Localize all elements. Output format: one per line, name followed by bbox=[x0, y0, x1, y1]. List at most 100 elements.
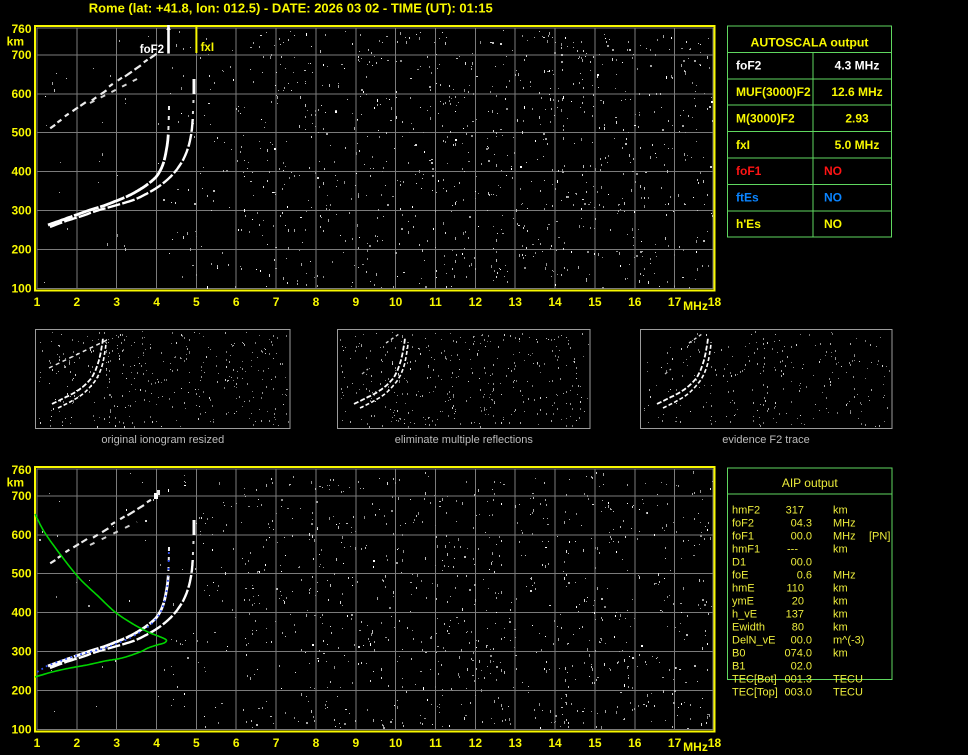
svg-text:km: km bbox=[833, 505, 848, 517]
svg-text:B1: B1 bbox=[732, 661, 745, 673]
svg-text:14: 14 bbox=[548, 295, 562, 309]
svg-text:MUF(3000)F2: MUF(3000)F2 bbox=[736, 85, 811, 99]
svg-text:10: 10 bbox=[389, 736, 403, 750]
svg-text:Rome (lat: +41.8, lon: 012.5): Rome (lat: +41.8, lon: 012.5) - DATE: 20… bbox=[89, 0, 493, 15]
svg-text:15: 15 bbox=[588, 295, 602, 309]
svg-text:11: 11 bbox=[429, 736, 442, 750]
svg-text:[PN]: [PN] bbox=[869, 531, 890, 543]
svg-text:18: 18 bbox=[708, 295, 722, 309]
svg-text:5.0 MHz: 5.0 MHz bbox=[835, 138, 880, 152]
svg-text:foE: foE bbox=[732, 570, 749, 582]
svg-text:11: 11 bbox=[429, 295, 442, 309]
svg-text:MHz: MHz bbox=[833, 570, 856, 582]
svg-text:km: km bbox=[833, 648, 848, 660]
svg-text:MHz: MHz bbox=[833, 518, 856, 530]
svg-text:00.0: 00.0 bbox=[791, 557, 812, 569]
svg-text:5: 5 bbox=[193, 736, 200, 750]
svg-text:km: km bbox=[7, 476, 24, 490]
svg-text:hmE: hmE bbox=[732, 583, 755, 595]
svg-text:NO: NO bbox=[824, 217, 842, 231]
svg-text:foF2: foF2 bbox=[736, 59, 762, 73]
svg-text:fxI: fxI bbox=[201, 42, 214, 54]
svg-text:2: 2 bbox=[74, 295, 81, 309]
svg-text:km: km bbox=[833, 544, 848, 556]
svg-text:foF1: foF1 bbox=[736, 164, 762, 178]
svg-text:ymE: ymE bbox=[732, 596, 754, 608]
svg-text:MHz: MHz bbox=[683, 299, 708, 313]
svg-text:02.0: 02.0 bbox=[791, 661, 812, 673]
svg-text:16: 16 bbox=[628, 295, 642, 309]
svg-text:km: km bbox=[833, 609, 848, 621]
svg-text:13: 13 bbox=[509, 295, 523, 309]
svg-text:TECU: TECU bbox=[833, 687, 863, 699]
svg-text:m^(-3): m^(-3) bbox=[833, 635, 864, 647]
svg-text:00.0: 00.0 bbox=[791, 531, 812, 543]
svg-text:317: 317 bbox=[786, 505, 804, 517]
svg-text:9: 9 bbox=[352, 736, 359, 750]
svg-text:Ewidth: Ewidth bbox=[732, 622, 765, 634]
svg-text:500: 500 bbox=[11, 567, 31, 581]
svg-text:TECU: TECU bbox=[833, 674, 863, 686]
svg-text:foF2: foF2 bbox=[140, 44, 164, 56]
svg-text:3: 3 bbox=[113, 736, 120, 750]
svg-text:NO: NO bbox=[824, 191, 842, 205]
svg-text:12: 12 bbox=[469, 736, 483, 750]
svg-text:fxI: fxI bbox=[736, 138, 750, 152]
svg-text:003.0: 003.0 bbox=[784, 687, 812, 699]
svg-text:16: 16 bbox=[628, 736, 642, 750]
svg-text:8: 8 bbox=[313, 736, 320, 750]
svg-text:AUTOSCALA output: AUTOSCALA output bbox=[751, 36, 869, 50]
svg-text:original ionogram resized: original ionogram resized bbox=[101, 434, 224, 446]
svg-text:9: 9 bbox=[352, 295, 359, 309]
svg-text:137: 137 bbox=[786, 609, 804, 621]
svg-text:300: 300 bbox=[11, 204, 31, 218]
svg-text:300: 300 bbox=[11, 645, 31, 659]
svg-text:M(3000)F2: M(3000)F2 bbox=[736, 111, 795, 125]
svg-text:h'Es: h'Es bbox=[736, 217, 761, 231]
svg-text:500: 500 bbox=[11, 126, 31, 140]
svg-text:1: 1 bbox=[34, 295, 41, 309]
svg-text:TEC[Bot]: TEC[Bot] bbox=[732, 674, 777, 686]
svg-text:04.3: 04.3 bbox=[791, 518, 812, 530]
svg-text:0.6: 0.6 bbox=[797, 570, 812, 582]
svg-text:DelN_vE: DelN_vE bbox=[732, 635, 775, 647]
svg-text:13: 13 bbox=[509, 736, 523, 750]
svg-text:14: 14 bbox=[548, 736, 562, 750]
svg-text:7: 7 bbox=[273, 295, 280, 309]
svg-text:00.0: 00.0 bbox=[791, 635, 812, 647]
svg-text:7: 7 bbox=[273, 736, 280, 750]
svg-text:5: 5 bbox=[193, 295, 200, 309]
svg-text:km: km bbox=[833, 622, 848, 634]
svg-text:MHz: MHz bbox=[683, 740, 708, 754]
svg-text:foF2: foF2 bbox=[732, 518, 754, 530]
svg-text:600: 600 bbox=[11, 528, 31, 542]
svg-text:h_vE: h_vE bbox=[732, 609, 757, 621]
svg-text:hmF1: hmF1 bbox=[732, 544, 760, 556]
svg-text:17: 17 bbox=[668, 736, 682, 750]
svg-text:2.93: 2.93 bbox=[845, 111, 869, 125]
svg-text:B0: B0 bbox=[732, 648, 745, 660]
svg-text:eliminate multiple reflections: eliminate multiple reflections bbox=[395, 434, 534, 446]
svg-text:evidence F2 trace: evidence F2 trace bbox=[722, 434, 809, 446]
svg-text:074.0: 074.0 bbox=[784, 648, 812, 660]
svg-text:001.3: 001.3 bbox=[784, 674, 812, 686]
svg-text:foF1: foF1 bbox=[732, 531, 754, 543]
svg-text:NO: NO bbox=[824, 164, 842, 178]
svg-text:20: 20 bbox=[792, 596, 804, 608]
svg-text:TEC[Top]: TEC[Top] bbox=[732, 687, 778, 699]
svg-text:18: 18 bbox=[708, 736, 722, 750]
svg-text:12: 12 bbox=[469, 295, 483, 309]
svg-text:10: 10 bbox=[389, 295, 403, 309]
svg-text:ftEs: ftEs bbox=[736, 191, 759, 205]
svg-text:4: 4 bbox=[153, 736, 160, 750]
svg-text:MHz: MHz bbox=[833, 531, 856, 543]
svg-text:2: 2 bbox=[74, 736, 81, 750]
svg-text:D1: D1 bbox=[732, 557, 746, 569]
svg-text:100: 100 bbox=[11, 282, 31, 296]
svg-text:17: 17 bbox=[668, 295, 682, 309]
svg-text:AIP output: AIP output bbox=[782, 476, 838, 490]
svg-text:---: --- bbox=[787, 544, 798, 556]
svg-text:hmF2: hmF2 bbox=[732, 505, 760, 517]
svg-text:200: 200 bbox=[11, 243, 31, 257]
svg-text:700: 700 bbox=[11, 48, 31, 62]
